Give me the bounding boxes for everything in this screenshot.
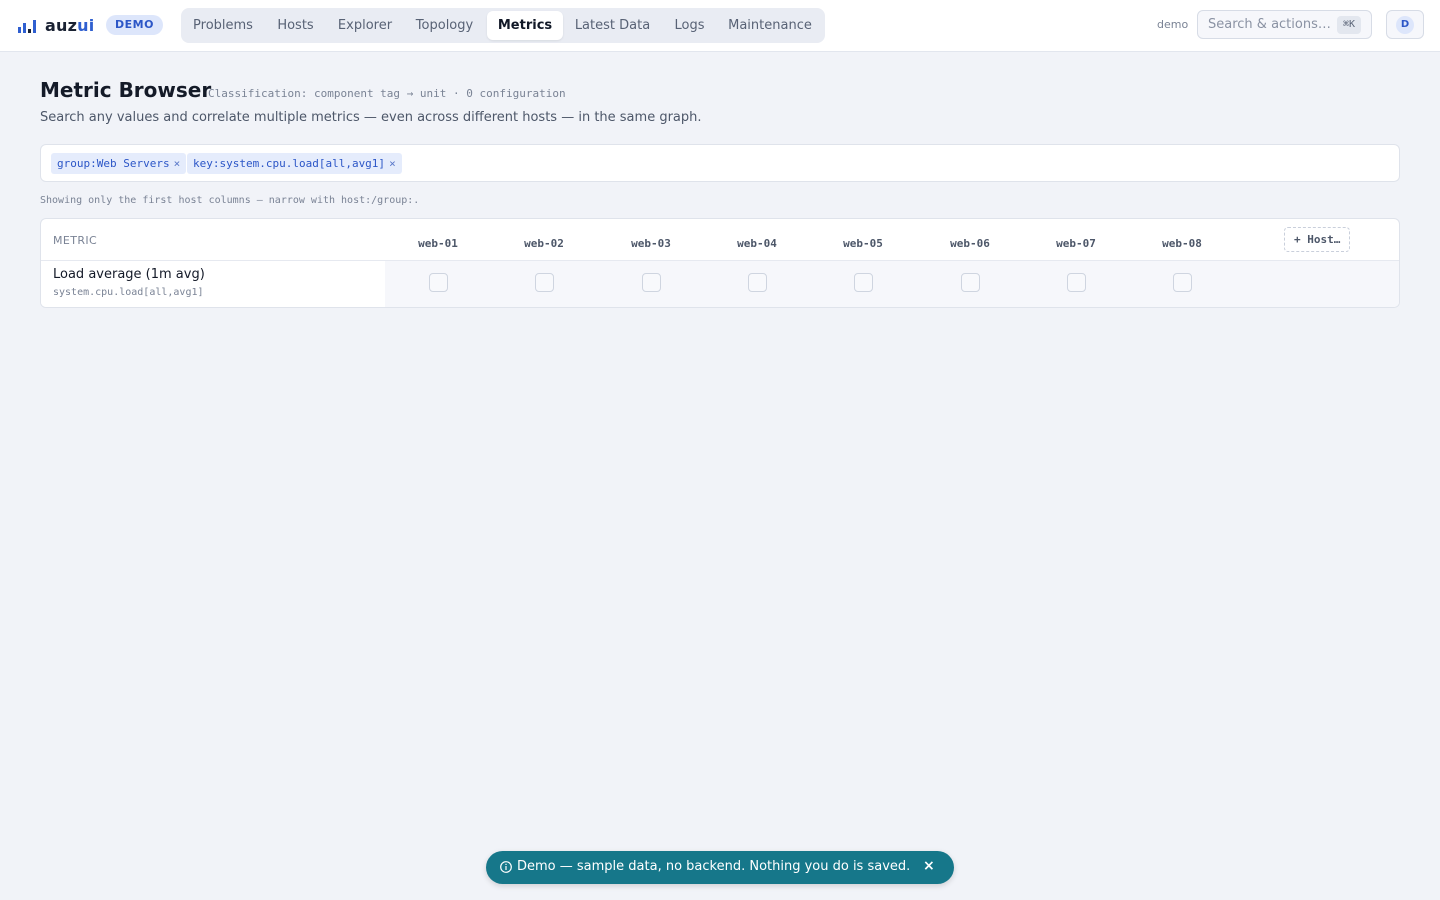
top-bar: auzui DEMO Problems Hosts Explorer Topol… xyxy=(0,0,1440,52)
metric-column-header: METRIC xyxy=(53,234,98,247)
nav-latest-data[interactable]: Latest Data xyxy=(566,11,659,40)
host-column-header[interactable]: web-05 xyxy=(823,237,903,250)
host-metric-checkbox[interactable] xyxy=(642,273,661,292)
nav-problems[interactable]: Problems xyxy=(184,11,262,40)
filter-chip-label: key:system.cpu.load[all,avg1] xyxy=(193,157,386,170)
filter-chip-group: group:Web Servers × xyxy=(51,153,187,174)
main-nav: Problems Hosts Explorer Topology Metrics… xyxy=(181,8,825,43)
host-metric-checkbox[interactable] xyxy=(429,273,448,292)
remove-chip-icon[interactable]: × xyxy=(389,157,396,170)
user-label: demo xyxy=(1157,18,1189,31)
add-host-button[interactable]: + Host… xyxy=(1284,227,1351,252)
nav-metrics[interactable]: Metrics xyxy=(487,11,563,40)
host-metric-checkbox[interactable] xyxy=(1173,273,1192,292)
host-column-header[interactable]: web-03 xyxy=(611,237,691,250)
search-placeholder: Search & actions… xyxy=(1208,17,1331,32)
app-logo[interactable]: auzui xyxy=(18,16,94,35)
host-column-header[interactable]: web-02 xyxy=(504,237,584,250)
user-menu-button[interactable]: D xyxy=(1386,10,1424,39)
table-row: Load average (1m avg) system.cpu.load[al… xyxy=(41,261,1399,307)
avatar: D xyxy=(1396,16,1414,34)
close-icon[interactable]: × xyxy=(923,858,935,874)
filter-chip-label: group:Web Servers xyxy=(57,157,170,170)
host-metric-checkbox[interactable] xyxy=(748,273,767,292)
metric-name: Load average (1m avg) xyxy=(53,267,205,282)
host-metric-checkbox[interactable] xyxy=(961,273,980,292)
page-subtitle: Search any values and correlate multiple… xyxy=(40,110,702,125)
classification-note: Classification: component tag → unit · 0… xyxy=(208,87,566,100)
host-column-header[interactable]: web-08 xyxy=(1142,237,1222,250)
bar-chart-logo-icon xyxy=(18,19,36,33)
host-metric-checkbox[interactable] xyxy=(1067,273,1086,292)
host-column-header[interactable]: web-07 xyxy=(1036,237,1116,250)
metric-key: system.cpu.load[all,avg1] xyxy=(53,287,204,298)
host-column-header[interactable]: web-04 xyxy=(717,237,797,250)
host-metric-checkbox[interactable] xyxy=(854,273,873,292)
page-title: Metric Browser xyxy=(40,78,212,102)
app-name-prefix: auz xyxy=(45,16,78,35)
demo-toast: Demo — sample data, no backend. Nothing … xyxy=(486,851,954,884)
filter-chip-key: key:system.cpu.load[all,avg1] × xyxy=(187,153,402,174)
metric-cell: Load average (1m avg) system.cpu.load[al… xyxy=(41,261,385,307)
table-header: METRIC web-01 web-02 web-03 web-04 web-0… xyxy=(41,219,1399,261)
toast-message: Demo — sample data, no backend. Nothing … xyxy=(517,859,911,874)
nav-topology[interactable]: Topology xyxy=(405,11,484,40)
info-icon xyxy=(500,861,512,873)
demo-badge: DEMO xyxy=(106,15,163,35)
search-input[interactable]: Search & actions… ⌘K xyxy=(1197,10,1372,39)
metric-table: METRIC web-01 web-02 web-03 web-04 web-0… xyxy=(40,218,1400,308)
nav-maintenance[interactable]: Maintenance xyxy=(720,11,820,40)
host-column-header[interactable]: web-06 xyxy=(930,237,1010,250)
host-metric-checkbox[interactable] xyxy=(535,273,554,292)
search-shortcut: ⌘K xyxy=(1336,16,1361,34)
host-columns-hint: Showing only the first host columns — na… xyxy=(40,195,420,206)
nav-explorer[interactable]: Explorer xyxy=(328,11,402,40)
nav-logs[interactable]: Logs xyxy=(662,11,717,40)
app-name: auzui xyxy=(45,16,94,35)
remove-chip-icon[interactable]: × xyxy=(174,157,181,170)
app-name-accent: ui xyxy=(77,16,95,35)
filter-input[interactable]: group:Web Servers × key:system.cpu.load[a… xyxy=(40,144,1400,182)
nav-hosts[interactable]: Hosts xyxy=(265,11,326,40)
host-column-header[interactable]: web-01 xyxy=(398,237,478,250)
